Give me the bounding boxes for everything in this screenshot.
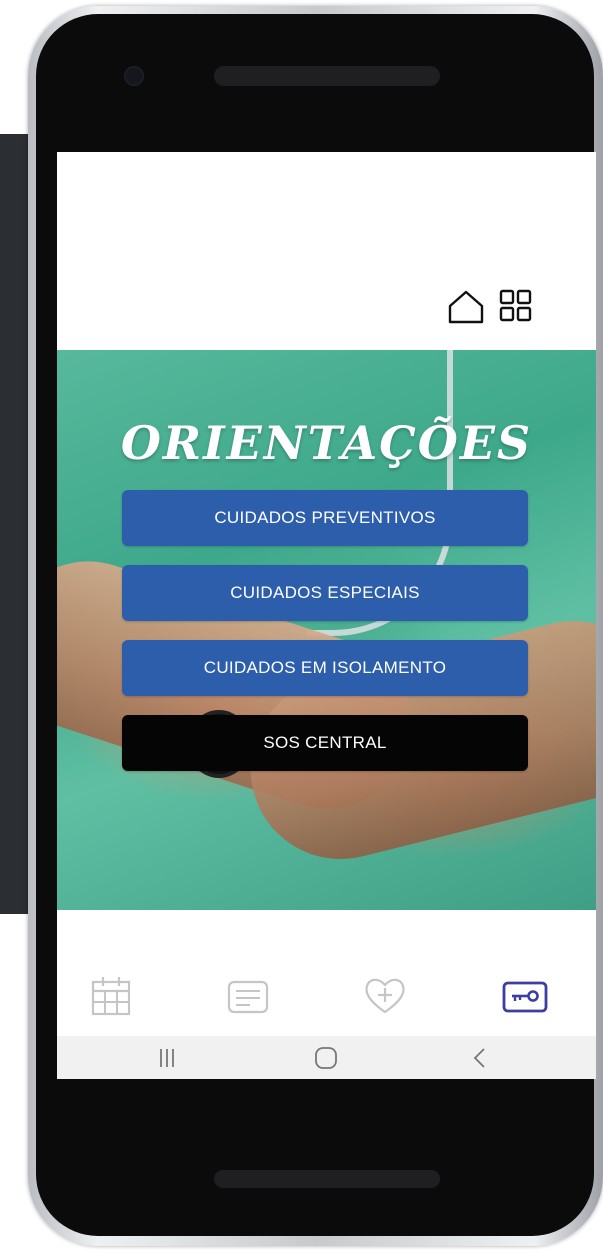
hero-banner: ORIENTAÇÕES CUIDADOS PREVENTIVOS CUIDADO…: [57, 350, 596, 910]
document-icon[interactable]: [226, 974, 276, 1024]
grid-icon[interactable]: [499, 289, 533, 323]
earpiece-speaker: [214, 66, 440, 86]
app-screen: ORIENTAÇÕES CUIDADOS PREVENTIVOS CUIDADO…: [57, 152, 596, 1079]
key-icon[interactable]: [501, 974, 551, 1024]
sos-central-button[interactable]: SOS CENTRAL: [122, 715, 528, 771]
hero-title: ORIENTAÇÕES: [120, 416, 533, 470]
home-circle-icon[interactable]: [311, 1046, 341, 1070]
phone-bottom-speaker: [214, 1170, 440, 1188]
bottom-navigation: [57, 974, 596, 1036]
cuidados-em-isolamento-button[interactable]: CUIDADOS EM ISOLAMENTO: [122, 640, 528, 696]
cuidados-especiais-button[interactable]: CUIDADOS ESPECIAIS: [122, 565, 528, 621]
system-navigation-bar: [57, 1036, 596, 1079]
recent-apps-icon[interactable]: [152, 1046, 182, 1070]
cuidados-preventivos-button[interactable]: CUIDADOS PREVENTIVOS: [122, 490, 528, 546]
front-camera: [124, 66, 144, 86]
page: ORIENTAÇÕES CUIDADOS PREVENTIVOS CUIDADO…: [0, 0, 603, 1252]
back-icon[interactable]: [465, 1046, 495, 1070]
home-icon[interactable]: [447, 289, 485, 325]
header-icons: [447, 287, 537, 327]
calendar-icon[interactable]: [89, 974, 139, 1024]
heart-plus-icon[interactable]: [363, 974, 413, 1024]
